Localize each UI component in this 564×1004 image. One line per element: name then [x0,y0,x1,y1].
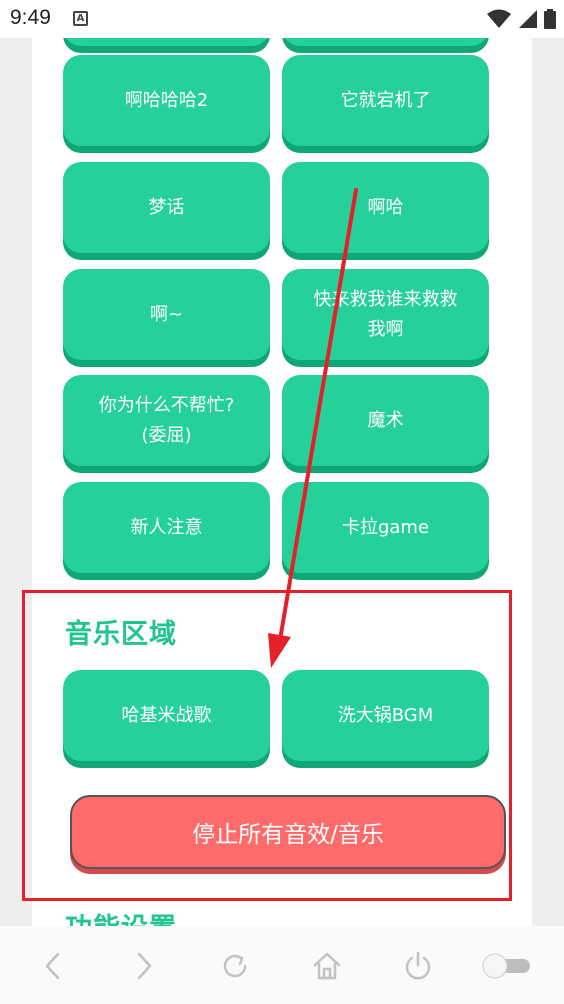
sound-button[interactable]: 新人注意 [63,482,270,573]
wifi-icon [487,9,511,28]
music-button[interactable]: 洗大锅BGM [282,670,489,761]
toggle-icon[interactable] [478,946,536,986]
settings-section-title: 功能设置 [65,906,177,926]
power-icon[interactable] [398,946,438,986]
stop-all-button[interactable]: 停止所有音效/音乐 [70,795,506,869]
browser-nav-bar [0,926,564,1004]
sound-button[interactable]: 啊~ [63,269,270,360]
status-bar: 9:49 A [0,0,564,38]
back-icon[interactable] [33,946,73,986]
home-icon[interactable] [307,946,347,986]
sound-button[interactable]: 啊哈哈哈2 [63,55,270,146]
sound-button[interactable]: 你为什么不帮忙? (委屈) [63,375,270,466]
sound-button[interactable]: 快来救我谁来救救 我啊 [282,269,489,360]
sound-button[interactable]: 啊哈 [282,162,489,253]
music-section-title: 音乐区域 [65,619,177,650]
sound-button[interactable] [282,38,489,46]
sound-button[interactable]: 魔术 [282,375,489,466]
battery-icon [544,9,556,29]
refresh-icon[interactable] [215,946,255,986]
sound-button[interactable]: 梦话 [63,162,270,253]
status-time: 9:49 [10,6,51,29]
music-button[interactable]: 哈基米战歌 [63,670,270,761]
signal-icon [519,10,537,28]
sound-button[interactable] [63,38,270,46]
notification-icon: A [73,11,88,26]
status-icons [486,8,556,30]
sound-button[interactable]: 它就宕机了 [282,55,489,146]
content-panel: 啊哈哈哈2 它就宕机了 梦话 啊哈 啊~ 快来救我谁来救救 我啊 你为什么不帮忙… [32,38,532,926]
sound-button[interactable]: 卡拉game [282,482,489,573]
forward-icon[interactable] [124,946,164,986]
